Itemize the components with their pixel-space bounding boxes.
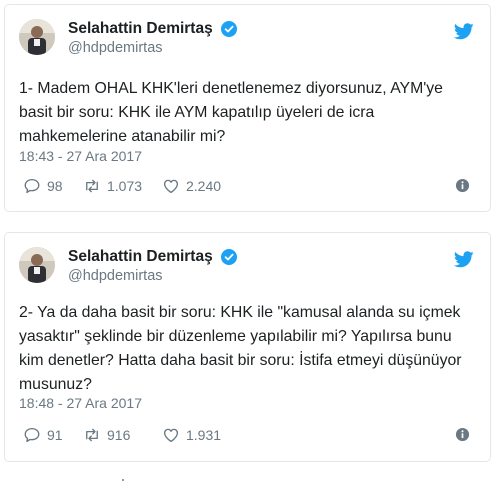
author-handle[interactable]: @hdpdemirtas <box>68 268 237 284</box>
reply-button[interactable]: 98 <box>23 175 63 197</box>
tweet-header: Selahattin Demirtaş @hdpdemirtas <box>19 247 476 291</box>
tweet-timestamp[interactable]: 18:48 - 27 Ara 2017 <box>19 395 142 411</box>
author-name[interactable]: Selahattin Demirtaş <box>68 20 213 38</box>
info-icon[interactable] <box>455 427 470 442</box>
retweet-count: 1.073 <box>107 178 143 194</box>
author-name[interactable]: Selahattin Demirtaş <box>68 248 213 266</box>
retweet-button[interactable]: 1.073 <box>83 175 142 197</box>
tweet-actions: 98 1.073 2.240 <box>19 175 476 197</box>
reply-bubble-icon <box>24 427 40 443</box>
verified-badge-icon <box>221 249 238 265</box>
tweet-timestamp[interactable]: 18:43 - 27 Ara 2017 <box>19 148 142 164</box>
divider-dot <box>122 479 124 481</box>
tweet-card[interactable]: Selahattin Demirtaş @hdpdemirtas 1- Made… <box>4 4 491 212</box>
avatar[interactable] <box>19 247 55 283</box>
tweet-text: 2- Ya da daha basit bir soru: KHK ile "k… <box>19 304 462 393</box>
like-count: 2.240 <box>186 178 222 194</box>
twitter-bird-icon[interactable] <box>454 251 474 268</box>
tweet-text: 1- Madem OHAL KHK'leri denetlenemez diyo… <box>19 80 443 145</box>
retweet-icon <box>86 179 98 193</box>
author-handle[interactable]: @hdpdemirtas <box>68 40 237 56</box>
reply-button[interactable]: 91 <box>23 424 63 446</box>
like-button[interactable]: 2.240 <box>162 175 221 197</box>
reply-bubble-icon <box>24 178 40 194</box>
reply-count: 91 <box>47 427 63 443</box>
author-block[interactable]: Selahattin Demirtaş @hdpdemirtas <box>68 248 238 284</box>
reply-count: 98 <box>47 178 63 194</box>
tweet-actions: 91 916 1.931 <box>19 424 476 446</box>
twitter-bird-icon[interactable] <box>454 23 474 40</box>
heart-icon <box>163 428 179 443</box>
like-button[interactable]: 1.931 <box>162 424 221 446</box>
tweet-card[interactable]: Selahattin Demirtaş @hdpdemirtas 2- Ya d… <box>4 232 491 462</box>
author-block[interactable]: Selahattin Demirtaş @hdpdemirtas <box>68 20 238 56</box>
info-icon[interactable] <box>455 178 470 193</box>
heart-icon <box>163 179 179 194</box>
verified-badge-icon <box>221 21 238 37</box>
like-count: 1.931 <box>186 427 222 443</box>
avatar[interactable] <box>19 19 55 55</box>
retweet-icon <box>86 428 98 442</box>
retweet-count: 916 <box>107 427 131 443</box>
retweet-button[interactable]: 916 <box>83 424 130 446</box>
tweet-header: Selahattin Demirtaş @hdpdemirtas <box>19 19 476 63</box>
